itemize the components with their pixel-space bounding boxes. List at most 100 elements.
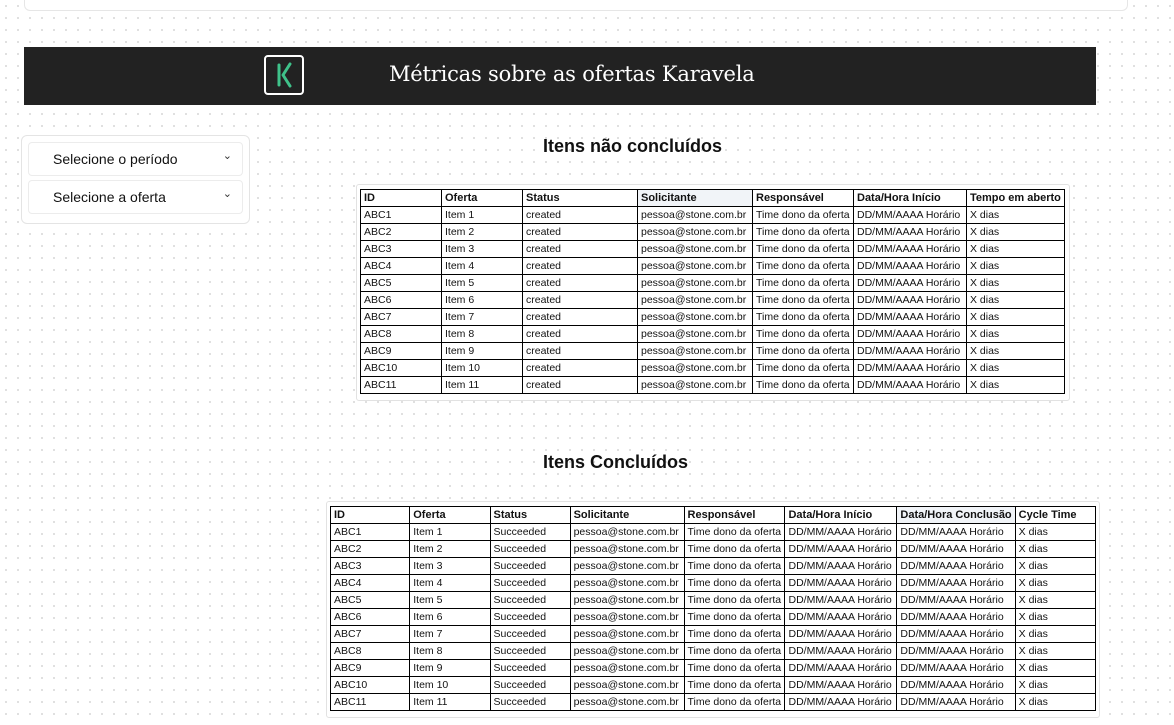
- column-header[interactable]: Solicitante: [569, 506, 685, 524]
- table-cell: DD/MM/AAAA Horário: [896, 693, 1016, 711]
- table-cell: DD/MM/AAAA Horário: [784, 608, 898, 626]
- table-cell: pessoa@stone.com.br: [569, 557, 685, 575]
- table-cell: created: [522, 206, 638, 224]
- column-header[interactable]: ID: [329, 506, 411, 524]
- table-cell: X dias: [1014, 591, 1097, 609]
- table-row: ABC6 Item 6 created pessoa@stone.com.br Time…: [360, 291, 1065, 309]
- table-row: ABC1 Item 1 Succeeded pessoa@stone.com.br Ti…: [329, 523, 1097, 541]
- table-cell: ABC1: [360, 206, 442, 224]
- chevron-down-icon: ⌄: [222, 188, 232, 200]
- offer-select-label: Selecione a oferta: [53, 189, 166, 205]
- table-cell: ABC11: [329, 693, 411, 711]
- table-cell: ABC4: [360, 257, 442, 275]
- table-cell: DD/MM/AAAA Horário: [853, 325, 967, 343]
- table-cell: ABC10: [360, 359, 442, 377]
- table-header-row: ID Oferta Status Solicitante Responsável Data…: [329, 506, 1097, 524]
- table-cell: DD/MM/AAAA Horário: [896, 523, 1016, 541]
- table-cell: X dias: [966, 308, 1065, 326]
- table-cell: DD/MM/AAAA Horário: [784, 625, 898, 643]
- column-header[interactable]: Solicitante: [637, 189, 753, 207]
- table-cell: created: [522, 359, 638, 377]
- table-cell: Succeeded: [489, 659, 571, 677]
- table-cell: DD/MM/AAAA Horário: [896, 591, 1016, 609]
- column-header[interactable]: Tempo em aberto: [966, 189, 1065, 207]
- column-header[interactable]: Status: [489, 506, 571, 524]
- table-cell: DD/MM/AAAA Horário: [853, 308, 967, 326]
- table-cell: created: [522, 308, 638, 326]
- table-cell: DD/MM/AAAA Horário: [853, 206, 967, 224]
- table-cell: DD/MM/AAAA Horário: [896, 574, 1016, 592]
- table-cell: Succeeded: [489, 608, 571, 626]
- table-cell: Succeeded: [489, 625, 571, 643]
- table-row: ABC10 Item 10 created pessoa@stone.com.br Ti…: [360, 359, 1065, 377]
- table-cell: ABC8: [329, 642, 411, 660]
- table-row: ABC2 Item 2 created pessoa@stone.com.br Time…: [360, 223, 1065, 241]
- table-cell: Succeeded: [489, 591, 571, 609]
- table-cell: ABC6: [360, 291, 442, 309]
- table-cell: Item 3: [409, 557, 491, 575]
- table-cell: DD/MM/AAAA Horário: [853, 291, 967, 309]
- table-cell: created: [522, 342, 638, 360]
- table-cell: DD/MM/AAAA Horário: [853, 359, 967, 377]
- table-cell: Time dono da oferta: [683, 693, 786, 711]
- table-cell: Item 9: [409, 659, 491, 677]
- column-header[interactable]: Responsável: [683, 506, 786, 524]
- table-cell: X dias: [1014, 540, 1097, 558]
- table-cell: Time dono da oferta: [683, 676, 786, 694]
- table-cell: ABC10: [329, 676, 411, 694]
- table-cell: Time dono da oferta: [683, 523, 786, 541]
- table-cell: pessoa@stone.com.br: [569, 540, 685, 558]
- table-header-row: ID Oferta Status Solicitante Responsável Data…: [360, 189, 1065, 207]
- top-card: [24, 0, 1128, 11]
- table-cell: pessoa@stone.com.br: [637, 359, 753, 377]
- karavela-logo-icon: [264, 55, 304, 95]
- table-cell: X dias: [1014, 625, 1097, 643]
- table-row: ABC8 Item 8 Succeeded pessoa@stone.com.br Ti…: [329, 642, 1097, 660]
- table-row: ABC2 Item 2 Succeeded pessoa@stone.com.br Ti…: [329, 540, 1097, 558]
- done-items-table: ID Oferta Status Solicitante Responsável Data…: [329, 506, 1097, 711]
- table-row: ABC5 Item 5 created pessoa@stone.com.br Time…: [360, 274, 1065, 292]
- table-row: ABC3 Item 3 Succeeded pessoa@stone.com.br Ti…: [329, 557, 1097, 575]
- table-cell: Item 8: [409, 642, 491, 660]
- table-cell: DD/MM/AAAA Horário: [896, 608, 1016, 626]
- column-header[interactable]: Cycle Time: [1014, 506, 1097, 524]
- table-cell: DD/MM/AAAA Horário: [784, 693, 898, 711]
- offer-select[interactable]: Selecione a oferta ⌄: [28, 180, 243, 214]
- column-header[interactable]: Status: [522, 189, 638, 207]
- table-row: ABC10 Item 10 Succeeded pessoa@stone.com.br…: [329, 676, 1097, 694]
- column-header[interactable]: Data/Hora Início: [784, 506, 898, 524]
- table-row: ABC4 Item 4 Succeeded pessoa@stone.com.br Ti…: [329, 574, 1097, 592]
- table-cell: Item 10: [409, 676, 491, 694]
- done-items-title: Itens Concluídos: [543, 452, 689, 472]
- table-cell: Time dono da oferta: [683, 642, 786, 660]
- column-header[interactable]: Data/Hora Conclusão: [896, 506, 1016, 524]
- table-cell: pessoa@stone.com.br: [637, 342, 753, 360]
- column-header[interactable]: Data/Hora Início: [853, 189, 967, 207]
- table-cell: Time dono da oferta: [683, 659, 786, 677]
- table-cell: ABC6: [329, 608, 411, 626]
- table-cell: created: [522, 291, 638, 309]
- table-cell: X dias: [966, 325, 1065, 343]
- table-cell: pessoa@stone.com.br: [637, 291, 753, 309]
- table-cell: pessoa@stone.com.br: [569, 676, 685, 694]
- table-cell: pessoa@stone.com.br: [637, 274, 753, 292]
- period-select[interactable]: Selecione o período ⌄: [28, 142, 243, 176]
- table-cell: Item 10: [441, 359, 523, 377]
- column-header[interactable]: Oferta: [409, 506, 491, 524]
- table-cell: Succeeded: [489, 523, 571, 541]
- table-cell: X dias: [966, 240, 1065, 258]
- table-cell: created: [522, 325, 638, 343]
- table-cell: ABC3: [329, 557, 411, 575]
- column-header[interactable]: Responsável: [752, 189, 854, 207]
- column-header[interactable]: Oferta: [441, 189, 523, 207]
- table-cell: X dias: [966, 257, 1065, 275]
- table-cell: Item 7: [409, 625, 491, 643]
- open-items-table: ID Oferta Status Solicitante Responsável Data…: [360, 189, 1065, 394]
- table-cell: Time dono da oferta: [752, 274, 854, 292]
- table-cell: Item 2: [441, 223, 523, 241]
- column-header[interactable]: ID: [360, 189, 442, 207]
- table-cell: Time dono da oferta: [683, 625, 786, 643]
- header-banner: Métricas sobre as ofertas Karavela: [24, 47, 1096, 105]
- table-cell: ABC3: [360, 240, 442, 258]
- table-cell: DD/MM/AAAA Horário: [784, 523, 898, 541]
